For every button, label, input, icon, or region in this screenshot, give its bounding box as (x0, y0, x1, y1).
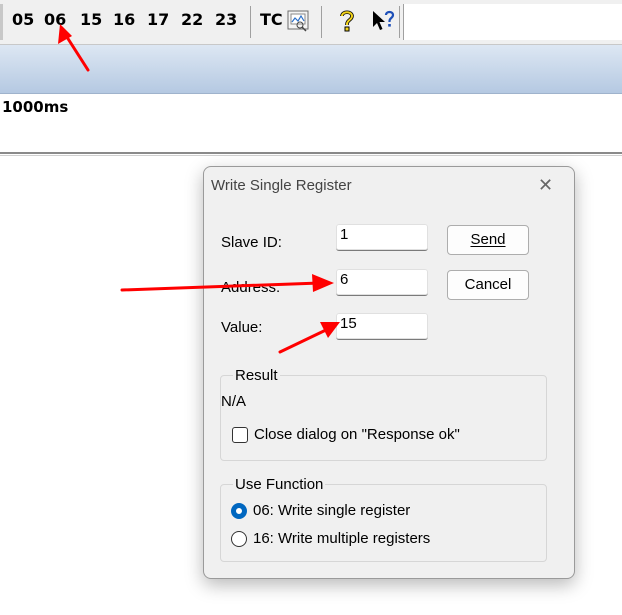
annotation-arrow (63, 32, 90, 72)
annotation-arrow (278, 327, 330, 354)
annotation-overlay (58, 24, 340, 354)
annotation-arrow (120, 281, 322, 292)
arrow-head (312, 274, 334, 292)
